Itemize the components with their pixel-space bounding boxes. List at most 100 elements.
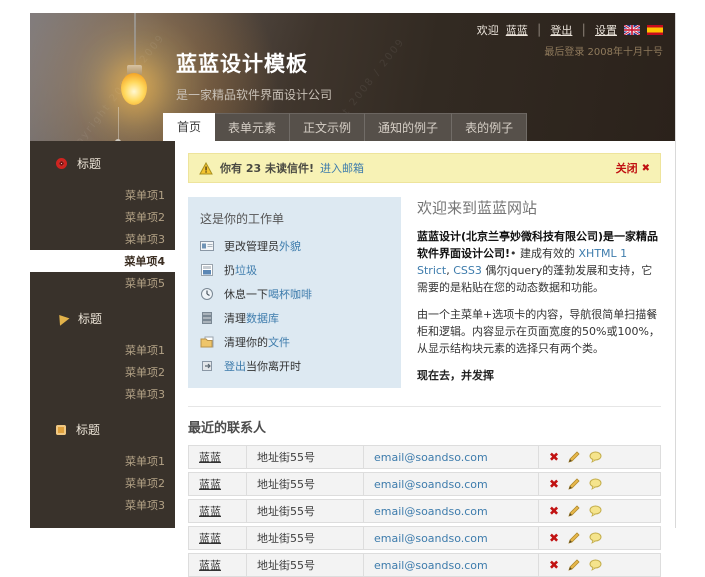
edit-icon[interactable]: [568, 559, 580, 571]
welcome-section: 欢迎来到蓝蓝网站 蓝蓝设计(北京兰亭妙微科技有限公司)是一家精品软件界面设计公司…: [417, 197, 661, 394]
contact-name-link[interactable]: 蓝蓝: [199, 503, 221, 519]
delete-icon[interactable]: ✖: [549, 451, 559, 463]
delete-icon[interactable]: ✖: [549, 478, 559, 490]
logout-icon: [200, 359, 214, 373]
sidebar-section-1: 标题 菜单项1 菜单项2 菜单项3 菜单项4 菜单项5: [30, 155, 175, 294]
welcome-label: 欢迎: [477, 22, 499, 38]
table-row: 蓝蓝 地址街55号 email@soandso.com ✖: [188, 472, 661, 496]
close-alert-link[interactable]: 关闭: [616, 160, 638, 176]
recent-contacts-section: 最近的联系人 蓝蓝 地址街55号 email@soandso.com ✖ 蓝蓝 …: [188, 417, 661, 577]
bird-icon: [55, 311, 70, 325]
contact-email-link[interactable]: email@soandso.com: [374, 451, 488, 464]
sidebar-section-3: 标题 菜单项1 菜单项2 菜单项3: [30, 421, 175, 516]
worklist-item: 清理 数据库: [200, 310, 389, 326]
sidebar-item-menu2[interactable]: 菜单项2: [30, 361, 175, 383]
edit-icon[interactable]: [568, 478, 580, 490]
comment-icon[interactable]: [589, 559, 602, 571]
contacts-title: 最近的联系人: [188, 417, 661, 436]
coffee-break-link[interactable]: 喝杯咖啡: [268, 286, 312, 302]
css3-link[interactable]: CSS3: [453, 264, 482, 277]
bulb-pull-knob: [115, 139, 121, 141]
welcome-paragraph-3: 现在去，并发挥: [417, 367, 661, 384]
last-login-text: 最后登录 2008年十月十号: [544, 43, 663, 58]
sidebar-section-title: 标题: [77, 155, 101, 172]
logout-link[interactable]: 登出: [550, 22, 572, 38]
uk-flag-icon[interactable]: [624, 25, 640, 35]
spain-flag-icon[interactable]: [647, 25, 663, 35]
edit-icon[interactable]: [568, 505, 580, 517]
contact-name-link[interactable]: 蓝蓝: [199, 476, 221, 492]
sidebar-section-3-header: 标题: [30, 421, 175, 438]
table-row: 蓝蓝 地址街55号 email@soandso.com ✖: [188, 553, 661, 577]
tab-home[interactable]: 首页: [163, 113, 215, 141]
tab-text-example[interactable]: 正文示例: [290, 113, 365, 141]
tab-table-examples[interactable]: 表的例子: [452, 113, 527, 141]
welcome-paragraph-1: 蓝蓝设计(北京兰亭妙微科技有限公司)是一家精品软件界面设计公司!• 建成有效的 …: [417, 228, 661, 296]
brand: 蓝蓝设计模板 是一家精品软件界面设计公司: [176, 51, 332, 103]
comment-icon[interactable]: [589, 451, 602, 463]
section-divider: [188, 406, 661, 407]
divider: │: [579, 24, 588, 37]
comment-icon[interactable]: [589, 505, 602, 517]
settings-link[interactable]: 设置: [595, 22, 617, 38]
tab-bar: 首页 表单元素 正文示例 通知的例子 表的例子: [163, 113, 527, 141]
worklist-text: 清理你的: [224, 334, 268, 350]
contact-address: 地址街55号: [247, 500, 364, 522]
divider: │: [535, 24, 544, 37]
welcome-heading: 欢迎来到蓝蓝网站: [417, 197, 661, 218]
sidebar-item-menu3[interactable]: 菜单项3: [30, 383, 175, 405]
edit-icon[interactable]: [568, 451, 580, 463]
edit-icon[interactable]: [568, 532, 580, 544]
worklist-item: 扔 垃圾: [200, 262, 389, 278]
main-content: 你有 23 未读信件! 进入邮箱 关闭 ✖ 这是你的工作单 更改管理员 外貌: [175, 141, 675, 528]
package-icon: [56, 425, 66, 435]
site-title: 蓝蓝设计模板: [176, 51, 332, 77]
contact-name-link[interactable]: 蓝蓝: [199, 557, 221, 573]
logout-worklist-link[interactable]: 登出: [224, 358, 246, 374]
contact-name-link[interactable]: 蓝蓝: [199, 530, 221, 546]
sidebar-item-menu1[interactable]: 菜单项1: [30, 184, 175, 206]
contact-email-link[interactable]: email@soandso.com: [374, 478, 488, 491]
tab-form-elements[interactable]: 表单元素: [215, 113, 290, 141]
sidebar-item-menu1[interactable]: 菜单项1: [30, 339, 175, 361]
contact-name-link[interactable]: 蓝蓝: [199, 449, 221, 465]
files-link[interactable]: 文件: [268, 334, 290, 350]
database-link[interactable]: 数据库: [246, 310, 279, 326]
go-to-mailbox-link[interactable]: 进入邮箱: [320, 160, 364, 176]
contact-address: 地址街55号: [247, 473, 364, 495]
worklist-panel: 这是你的工作单 更改管理员 外貌 扔 垃圾: [188, 197, 401, 388]
contact-email-link[interactable]: email@soandso.com: [374, 505, 488, 518]
warning-icon: [199, 162, 213, 175]
contact-address: 地址街55号: [247, 554, 364, 576]
sidebar-section-2-header: 标题: [30, 310, 175, 327]
delete-icon[interactable]: ✖: [549, 559, 559, 571]
contact-email-link[interactable]: email@soandso.com: [374, 532, 488, 545]
sidebar-item-menu3[interactable]: 菜单项3: [30, 228, 175, 250]
admin-looks-link[interactable]: 外貌: [279, 238, 301, 254]
sidebar-item-menu2[interactable]: 菜单项2: [30, 206, 175, 228]
worklist-item: 清理你的 文件: [200, 334, 389, 350]
clock-icon: [200, 287, 214, 301]
note-icon: [200, 263, 214, 277]
username-link[interactable]: 蓝蓝: [506, 22, 528, 38]
sidebar-item-menu4-active[interactable]: 菜单项4: [30, 250, 175, 272]
comment-icon[interactable]: [589, 478, 602, 490]
delete-icon[interactable]: ✖: [549, 532, 559, 544]
comment-icon[interactable]: [589, 532, 602, 544]
sidebar-section-title: 标题: [76, 421, 100, 438]
sidebar-item-menu2[interactable]: 菜单项2: [30, 472, 175, 494]
page-container: Copyright 2008 / 2009 Copyright 2008 / 2…: [30, 13, 676, 528]
trash-link[interactable]: 垃圾: [235, 262, 257, 278]
sidebar-item-menu1[interactable]: 菜单项1: [30, 450, 175, 472]
contact-email-link[interactable]: email@soandso.com: [374, 559, 488, 572]
delete-icon[interactable]: ✖: [549, 505, 559, 517]
close-icon[interactable]: ✖: [642, 163, 650, 174]
contact-address: 地址街55号: [247, 527, 364, 549]
alert-message: 你有 23 未读信件!: [220, 160, 314, 176]
header: Copyright 2008 / 2009 Copyright 2008 / 2…: [30, 13, 675, 141]
worklist-title: 这是你的工作单: [200, 210, 389, 227]
sidebar-item-menu5[interactable]: 菜单项5: [30, 272, 175, 294]
sidebar-item-menu3[interactable]: 菜单项3: [30, 494, 175, 516]
tab-notification-examples[interactable]: 通知的例子: [365, 113, 452, 141]
sidebar: 标题 菜单项1 菜单项2 菜单项3 菜单项4 菜单项5 标题 菜单项1 菜单项2: [30, 141, 175, 528]
